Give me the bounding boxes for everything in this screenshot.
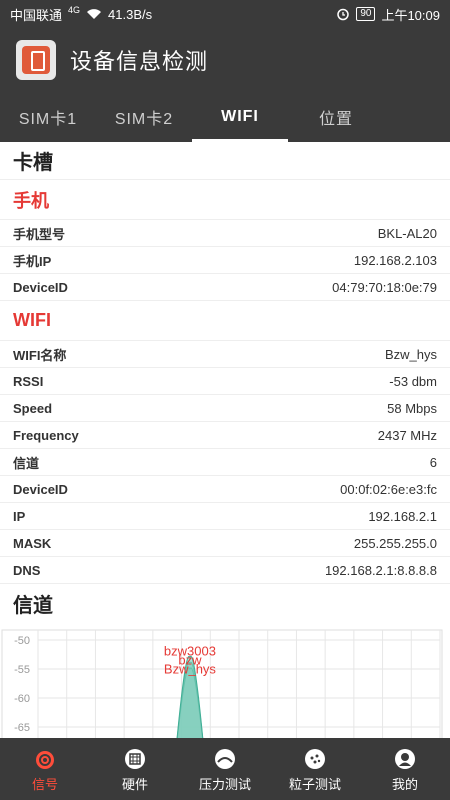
profile-icon (395, 748, 415, 769)
info-value: 58 Mbps (387, 400, 437, 416)
info-value: 04:79:70:18:0e:79 (332, 279, 437, 295)
bottom-nav: 信号 硬件 压力测试 粒子测试 我的 (0, 738, 450, 800)
info-value: 00:0f:02:6e:e3:fc (340, 481, 437, 497)
signal-icon (36, 750, 54, 769)
info-row: DeviceID 00:0f:02:6e:e3:fc (0, 476, 450, 503)
chart-y-tick-label: -65 (14, 722, 30, 734)
nav-item-particle-test[interactable]: 粒子测试 (270, 738, 360, 800)
nav-item-pressure-test[interactable]: 压力测试 (180, 738, 270, 800)
channel-chart: -50 -55 -60 -65 bzw3003 bzw Bzw_hys (0, 622, 450, 738)
info-value: -53 dbm (389, 373, 437, 389)
group-title-wifi: WIFI (0, 301, 450, 341)
info-row: WIFI名称 Bzw_hys (0, 341, 450, 368)
info-row: 手机型号 BKL-AL20 (0, 220, 450, 247)
app-bar: 设备信息检测 (0, 28, 450, 92)
nav-label: 我的 (391, 776, 418, 792)
info-key: 信道 (13, 455, 40, 471)
info-value: 6 (429, 454, 437, 470)
info-value: 192.168.2.103 (353, 252, 437, 268)
pressure-test-icon (215, 748, 235, 769)
info-key: WIFI名称 (13, 347, 67, 363)
tab-wifi[interactable]: WIFI (192, 92, 288, 142)
nav-label: 信号 (31, 776, 58, 792)
info-key: 手机IP (13, 253, 52, 269)
nav-label: 压力测试 (198, 776, 251, 792)
info-key: Frequency (13, 427, 79, 443)
info-row: DNS 192.168.2.1:8.8.8.8 (0, 557, 450, 584)
info-row: MASK 255.255.255.0 (0, 530, 450, 557)
info-key: DNS (13, 562, 41, 578)
hardware-icon (125, 748, 145, 769)
info-row: IP 192.168.2.1 (0, 503, 450, 530)
nav-item-profile[interactable]: 我的 (360, 738, 450, 800)
info-row: Frequency 2437 MHz (0, 422, 450, 449)
info-value: BKL-AL20 (377, 225, 437, 241)
info-row: 信道 6 (0, 449, 450, 476)
network-type-label: 4G (68, 5, 81, 15)
nav-item-signal[interactable]: 信号 (0, 738, 90, 800)
battery-indicator: 90 (356, 7, 376, 21)
info-key: Speed (13, 400, 53, 416)
chart-y-tick-label: -60 (14, 693, 30, 705)
section-title-slot: 卡槽 (0, 142, 450, 180)
tab-bar: SIM卡1 SIM卡2 WIFI 位置 (0, 92, 450, 142)
info-row: RSSI -53 dbm (0, 368, 450, 395)
tab-sim1[interactable]: SIM卡1 (0, 92, 96, 142)
network-speed-label: 41.3B/s (108, 6, 153, 22)
info-key: DeviceID (13, 279, 68, 295)
app-title: 设备信息检测 (70, 49, 209, 74)
section-title-channel: 信道 (13, 594, 53, 617)
info-key: 手机型号 (13, 226, 66, 242)
nav-label: 粒子测试 (288, 776, 341, 792)
particle-test-icon (305, 748, 325, 769)
info-key: IP (13, 508, 26, 524)
nav-label: 硬件 (121, 776, 148, 792)
status-bar: 中国联通 4G 41.3B/s 90 上午10:09 (0, 0, 450, 28)
wifi-icon (87, 9, 102, 19)
chart-y-tick-label: -55 (14, 664, 30, 676)
info-row: 手机IP 192.168.2.103 (0, 247, 450, 274)
info-key: MASK (13, 535, 52, 551)
clock-label: 上午10:09 (381, 7, 440, 23)
chart-frame (1, 629, 443, 738)
info-row: Speed 58 Mbps (0, 395, 450, 422)
info-row: DeviceID 04:79:70:18:0e:79 (0, 274, 450, 301)
chart-y-tick-label: -50 (14, 635, 30, 647)
content-scroll-area[interactable]: 卡槽 手机 手机型号 BKL-AL20 手机IP 192.168.2.103 Dev… (0, 142, 450, 738)
info-value: 2437 MHz (377, 427, 437, 443)
nav-item-hardware[interactable]: 硬件 (90, 738, 180, 800)
info-value: Bzw_hys (384, 346, 437, 362)
app-logo-icon (16, 40, 56, 80)
channel-chart-svg: -50-55-60-65bzw3003bzwBzw_hys (1, 629, 443, 738)
info-value: 192.168.2.1 (368, 508, 437, 524)
group-title-phone: 手机 (0, 180, 450, 220)
carrier-label: 中国联通 (10, 7, 63, 23)
tab-sim2[interactable]: SIM卡2 (96, 92, 192, 142)
info-key: RSSI (13, 373, 44, 389)
info-value: 255.255.255.0 (353, 535, 437, 551)
info-value: 192.168.2.1:8.8.8.8 (324, 562, 437, 578)
alarm-icon (337, 8, 350, 21)
channel-series-label: Bzw_hys (164, 661, 217, 676)
tab-location[interactable]: 位置 (288, 92, 384, 142)
info-key: DeviceID (13, 481, 68, 497)
